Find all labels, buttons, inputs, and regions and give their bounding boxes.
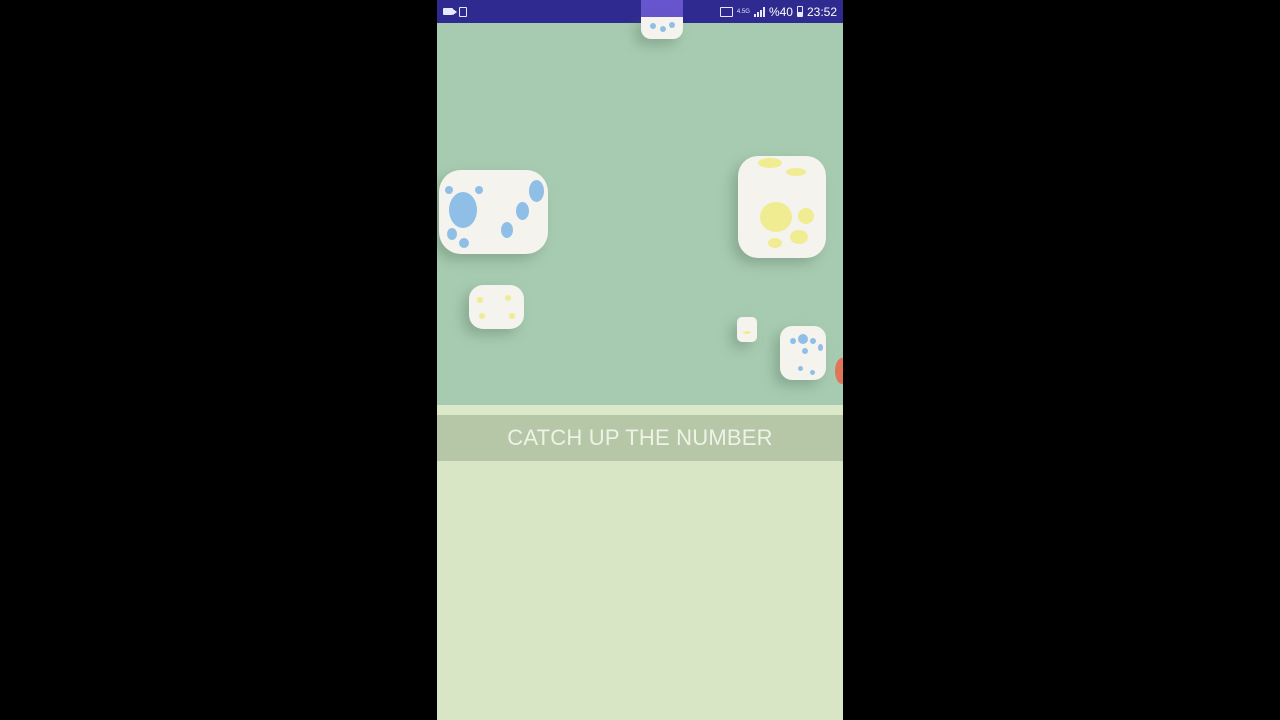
game-title-bar: CATCH UP THE NUMBER bbox=[437, 415, 843, 461]
lower-panel bbox=[437, 461, 843, 720]
video-camera-icon bbox=[443, 8, 457, 15]
status-bar: 4.5G %40 23:52 bbox=[437, 0, 843, 23]
signal-icon bbox=[753, 6, 765, 17]
cast-icon bbox=[719, 6, 733, 17]
network-type-label: 4.5G bbox=[736, 8, 750, 15]
die[interactable] bbox=[641, 17, 683, 39]
die[interactable] bbox=[469, 285, 524, 329]
die[interactable] bbox=[780, 326, 826, 380]
dice-play-area[interactable] bbox=[437, 17, 843, 405]
status-bar-left bbox=[443, 6, 467, 17]
battery-percent: %40 bbox=[768, 4, 793, 19]
status-bar-right: 4.5G %40 23:52 bbox=[719, 4, 837, 19]
phone-screen: 4.5G %40 23:52 CATCH UP THE NUMBER bbox=[437, 0, 843, 720]
die[interactable] bbox=[737, 317, 757, 342]
game-title: CATCH UP THE NUMBER bbox=[507, 425, 773, 450]
clock: 23:52 bbox=[806, 4, 837, 19]
red-marker bbox=[835, 358, 843, 384]
die[interactable] bbox=[439, 170, 548, 254]
battery-icon bbox=[796, 6, 803, 17]
die[interactable] bbox=[738, 156, 826, 258]
divider bbox=[437, 405, 843, 415]
document-icon bbox=[459, 6, 467, 17]
